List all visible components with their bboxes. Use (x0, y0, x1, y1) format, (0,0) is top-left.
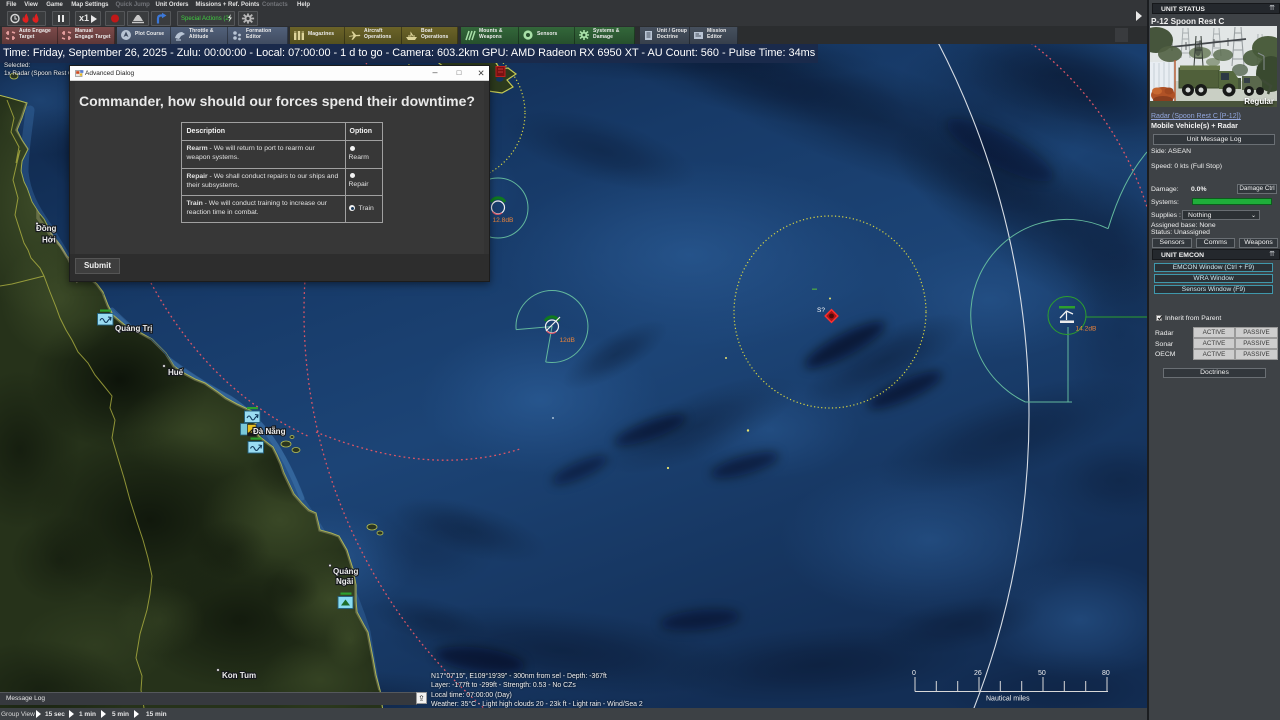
svg-text:S?: S? (817, 307, 825, 314)
svg-text:Đà Nẵng: Đà Nẵng (253, 427, 286, 436)
svg-text:0: 0 (912, 670, 916, 677)
svg-text:Hới: Hới (42, 236, 56, 245)
svg-text:Huế: Huế (168, 368, 184, 377)
svg-text:Đồng: Đồng (36, 224, 57, 233)
svg-text:14.2dB: 14.2dB (1076, 326, 1098, 333)
svg-text:80: 80 (1102, 670, 1110, 677)
svg-text:Ngãi: Ngãi (336, 577, 353, 586)
svg-text:12dB: 12dB (560, 337, 576, 344)
svg-text:Nautical miles: Nautical miles (986, 696, 1030, 703)
svg-text:Kon Tum: Kon Tum (222, 671, 256, 680)
svg-text:26: 26 (974, 670, 982, 677)
svg-text:50: 50 (1038, 670, 1046, 677)
svg-text:12.8dB: 12.8dB (493, 217, 515, 224)
svg-text:Quảng Trị: Quảng Trị (115, 324, 152, 333)
svg-text:Quảng: Quảng (333, 567, 358, 576)
